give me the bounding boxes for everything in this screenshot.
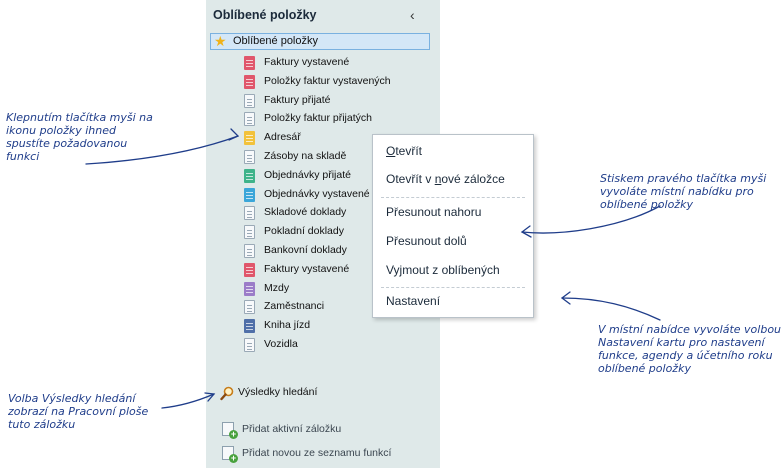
annotation-arrows: [85, 128, 661, 409]
